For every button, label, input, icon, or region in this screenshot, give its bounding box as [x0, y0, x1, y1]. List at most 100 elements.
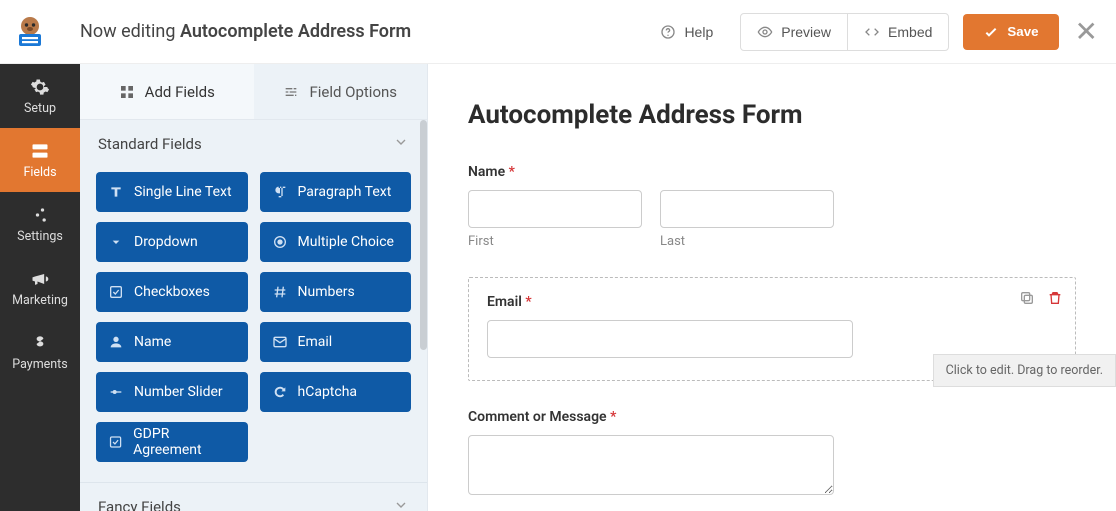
field-label: Number Slider: [134, 384, 223, 400]
help-button[interactable]: Help: [643, 14, 730, 50]
fields-panel: Add Fields Field Options Standard Fields…: [80, 64, 428, 511]
paragraph-icon: [272, 184, 288, 200]
nav-marketing-label: Marketing: [12, 293, 68, 308]
comment-label: Comment or Message *: [468, 409, 1076, 425]
field-label: hCaptcha: [298, 384, 358, 400]
editing-text: Now editing Autocomplete Address Form: [80, 21, 411, 42]
field-paragraph-text[interactable]: Paragraph Text: [260, 172, 412, 212]
save-label: Save: [1007, 24, 1038, 39]
section-standard-fields[interactable]: Standard Fields: [98, 134, 409, 164]
standard-fields-label: Standard Fields: [98, 135, 202, 153]
refresh-icon: [272, 384, 288, 400]
field-label: Numbers: [298, 284, 355, 300]
nav-payments-label: Payments: [12, 357, 67, 372]
field-label: Single Line Text: [134, 184, 232, 200]
field-label: Email: [298, 334, 333, 350]
nav-settings-label: Settings: [17, 229, 63, 244]
nav-settings[interactable]: Settings: [0, 192, 80, 256]
slider-icon: [108, 384, 124, 400]
nav-payments[interactable]: Payments: [0, 320, 80, 384]
field-label: Name: [134, 334, 171, 350]
topbar: Now editing Autocomplete Address Form He…: [0, 0, 1116, 64]
name-label: Name *: [468, 164, 1076, 180]
field-label: Paragraph Text: [298, 184, 392, 200]
text-icon: [108, 184, 124, 200]
embed-button[interactable]: Embed: [848, 14, 948, 50]
editing-prefix: Now editing: [80, 21, 180, 42]
nav-marketing[interactable]: Marketing: [0, 256, 80, 320]
sliders-icon: [283, 84, 299, 100]
field-dropdown[interactable]: Dropdown: [96, 222, 248, 262]
nav-setup-label: Setup: [24, 101, 56, 116]
trash-icon[interactable]: [1047, 290, 1063, 306]
bullhorn-icon: [30, 269, 50, 289]
chevron-down-icon: [393, 497, 409, 511]
caret-down-icon: [108, 234, 124, 250]
chevron-down-icon: [393, 134, 409, 154]
radio-icon: [272, 234, 288, 250]
field-single-line-text[interactable]: Single Line Text: [96, 172, 248, 212]
field-multiple-choice[interactable]: Multiple Choice: [260, 222, 412, 262]
help-icon: [660, 24, 676, 40]
field-email[interactable]: Email: [260, 322, 412, 362]
tab-add-fields[interactable]: Add Fields: [80, 64, 254, 120]
fancy-fields-label: Fancy Fields: [98, 498, 181, 511]
check-icon: [983, 24, 999, 40]
field-label: GDPR Agreement: [133, 426, 235, 458]
close-button[interactable]: ✕: [1069, 18, 1104, 46]
tab-field-options[interactable]: Field Options: [254, 64, 428, 120]
add-grid-icon: [119, 84, 135, 100]
form-name: Autocomplete Address Form: [180, 21, 411, 42]
dollar-icon: [30, 333, 50, 353]
field-comment-block[interactable]: Comment or Message *: [468, 409, 1076, 499]
user-icon: [108, 334, 124, 350]
panel-scrollbar[interactable]: [420, 120, 427, 350]
field-label: Multiple Choice: [298, 234, 394, 250]
panel-tabs: Add Fields Field Options: [80, 64, 427, 120]
comment-textarea[interactable]: [468, 435, 834, 495]
last-name-input[interactable]: [660, 190, 834, 228]
close-icon: ✕: [1075, 15, 1098, 48]
preview-label: Preview: [781, 24, 831, 40]
nav-fields[interactable]: Fields: [0, 128, 80, 192]
tab-options-label: Field Options: [309, 83, 397, 101]
field-numbers[interactable]: Numbers: [260, 272, 412, 312]
field-checkboxes[interactable]: Checkboxes: [96, 272, 248, 312]
field-hcaptcha[interactable]: hCaptcha: [260, 372, 412, 412]
preview-button[interactable]: Preview: [741, 14, 848, 50]
field-label: Checkboxes: [134, 284, 210, 300]
field-name[interactable]: Name: [96, 322, 248, 362]
reorder-tip: Click to edit. Drag to reorder.: [933, 354, 1116, 387]
section-fancy-fields[interactable]: Fancy Fields: [98, 497, 409, 511]
required-asterisk: *: [509, 164, 515, 180]
email-input[interactable]: [487, 320, 853, 358]
app-logo: [10, 12, 50, 52]
preview-embed-group: Preview Embed: [740, 13, 949, 51]
last-sublabel: Last: [660, 234, 834, 249]
eye-icon: [757, 24, 773, 40]
nav-rail: Setup Fields Settings Marketing Payments: [0, 64, 80, 511]
duplicate-icon[interactable]: [1019, 290, 1035, 306]
check-square-icon: [108, 434, 123, 450]
nav-fields-label: Fields: [23, 165, 56, 180]
field-label: Dropdown: [134, 234, 198, 250]
help-label: Help: [684, 24, 713, 40]
field-name-block[interactable]: Name * First Last: [468, 164, 1076, 249]
embed-label: Embed: [888, 24, 932, 40]
nav-setup[interactable]: Setup: [0, 64, 80, 128]
required-asterisk: *: [525, 294, 531, 310]
sliders-icon: [30, 205, 50, 225]
checkbox-icon: [108, 284, 124, 300]
gear-icon: [30, 77, 50, 97]
preview-title: Autocomplete Address Form: [468, 100, 1076, 130]
fields-icon: [30, 141, 50, 161]
email-label: Email *: [487, 294, 1057, 310]
first-name-input[interactable]: [468, 190, 642, 228]
standard-fields-grid: Single Line Text Paragraph Text Dropdown…: [80, 164, 427, 483]
field-gdpr-agreement[interactable]: GDPR Agreement: [96, 422, 248, 462]
tab-add-label: Add Fields: [145, 83, 215, 101]
required-asterisk: *: [610, 409, 616, 425]
envelope-icon: [272, 334, 288, 350]
save-button[interactable]: Save: [963, 14, 1058, 50]
field-number-slider[interactable]: Number Slider: [96, 372, 248, 412]
